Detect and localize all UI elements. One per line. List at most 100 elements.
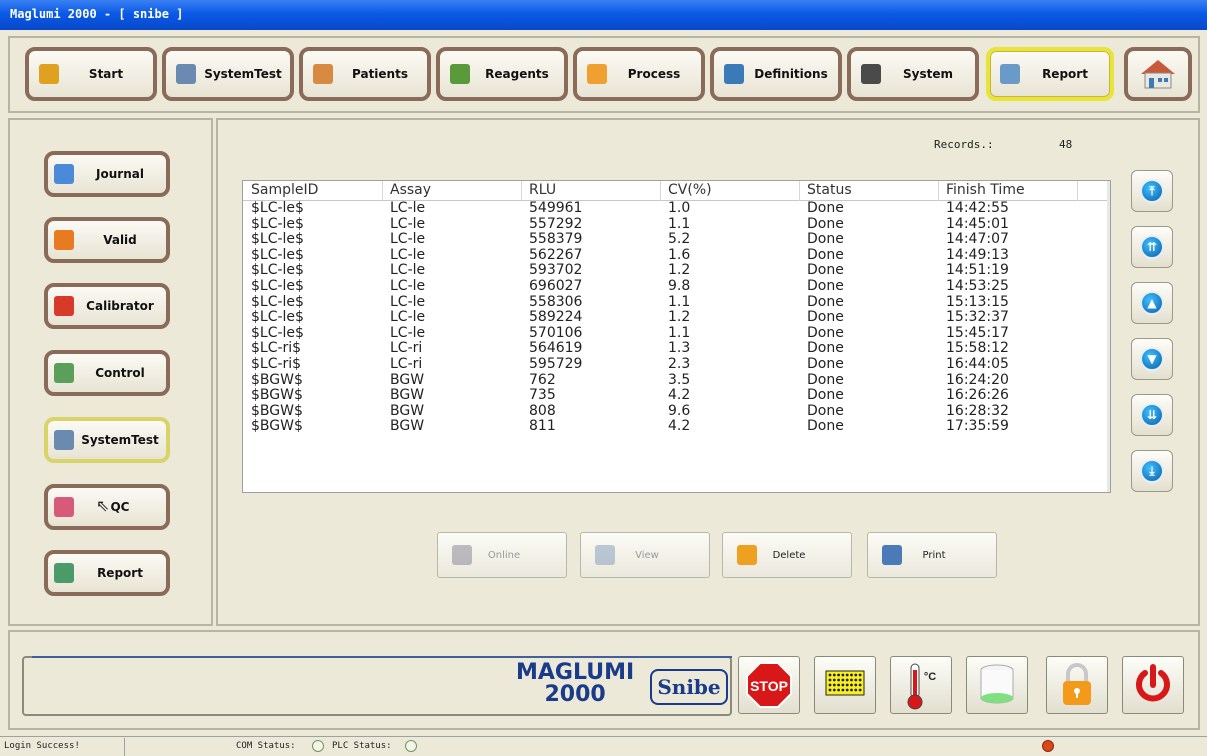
table-row[interactable]: $LC-ri$ LC-ri 564619 1.3 Done 15:58:12: [243, 341, 1109, 357]
line-down-button[interactable]: ▼: [1131, 338, 1173, 380]
sidebar-item-valid[interactable]: Valid: [44, 217, 170, 263]
delete-button[interactable]: Delete: [722, 532, 852, 578]
table-cell: 14:49:13: [946, 246, 1009, 263]
online-icon: [452, 545, 472, 565]
nav-process-button[interactable]: Process: [573, 47, 705, 101]
column-header[interactable]: Assay: [390, 182, 431, 198]
table-cell: $LC-le$: [251, 324, 304, 341]
column-header[interactable]: Status: [807, 182, 852, 198]
scroll-bottom-button[interactable]: ⤓: [1131, 450, 1173, 492]
sidebar-item-journal[interactable]: Journal: [44, 151, 170, 197]
table-row[interactable]: $LC-le$ LC-le 558306 1.1 Done 15:13:15: [243, 293, 1109, 311]
table-cell: BGW: [390, 418, 425, 435]
lock-icon: [1063, 663, 1091, 705]
page-up-button[interactable]: ⇈: [1131, 226, 1173, 268]
table-cell: $LC-ri$: [251, 355, 302, 372]
plate-button[interactable]: [814, 656, 876, 714]
container-button[interactable]: [966, 656, 1028, 714]
calibrator-icon: [54, 296, 74, 316]
table-cell: 9.6: [668, 402, 691, 419]
table-row[interactable]: $LC-le$ LC-le 696027 9.8 Done 14:53:25: [243, 278, 1109, 295]
table-row[interactable]: $BGW$ BGW 811 4.2 Done 17:35:59: [243, 419, 1109, 435]
nav-systemtest-button[interactable]: SystemTest: [162, 47, 294, 101]
view-button[interactable]: View: [580, 532, 710, 578]
page-down-button[interactable]: ⇊: [1131, 394, 1173, 436]
table-scrollbar[interactable]: [1107, 181, 1110, 492]
reagents-icon: [450, 64, 470, 84]
lock-button[interactable]: [1046, 656, 1108, 714]
nav-start-button[interactable]: Start: [25, 47, 157, 101]
table-row[interactable]: $LC-le$ LC-le 558379 5.2 Done 14:47:07: [243, 232, 1109, 248]
svg-text:°C: °C: [924, 671, 936, 683]
table-cell: 16:24:20: [946, 371, 1009, 388]
nav-definitions-button[interactable]: Definitions: [710, 47, 842, 101]
table-cell: $LC-le$: [251, 231, 304, 248]
table-cell: $LC-le$: [251, 200, 304, 216]
table-cell: 570106: [529, 324, 583, 341]
table-cell: $LC-le$: [251, 293, 304, 310]
table-cell: Done: [807, 340, 844, 357]
column-header[interactable]: SampleID: [251, 182, 318, 198]
table-row[interactable]: $BGW$ BGW 735 4.2 Done 16:26:26: [243, 388, 1109, 404]
table-cell: LC-ri: [390, 355, 423, 372]
nav-system-button[interactable]: System: [847, 47, 979, 101]
scroll-top-button[interactable]: ⤒: [1131, 170, 1173, 212]
table-cell: 15:13:15: [946, 293, 1009, 310]
table-cell: 564619: [529, 340, 583, 357]
sidebar-item-control[interactable]: Control: [44, 350, 170, 396]
table-cell: 1.1: [668, 215, 691, 232]
table-row[interactable]: $LC-le$ LC-le 589224 1.2 Done 15:32:37: [243, 310, 1109, 326]
table-row[interactable]: $LC-le$ LC-le 593702 1.2 Done 14:51:19: [243, 263, 1109, 279]
table-cell: 1.0: [668, 200, 691, 216]
table-row[interactable]: $BGW$ BGW 762 3.5 Done 16:24:20: [243, 371, 1109, 389]
results-table[interactable]: SampleID Assay RLU CV(%) Status Finish Time $…: [242, 180, 1111, 493]
table-cell: LC-le: [390, 200, 426, 216]
action-label: Delete: [772, 549, 806, 561]
mouse-cursor-icon: ⇖: [96, 496, 110, 515]
table-row[interactable]: $LC-ri$ LC-ri 595729 2.3 Done 16:44:05: [243, 355, 1109, 373]
table-cell: Done: [807, 309, 844, 326]
column-header[interactable]: RLU: [529, 182, 556, 198]
home-button[interactable]: [1124, 47, 1192, 101]
table-cell: 4.2: [668, 387, 691, 404]
sidebar-item-label: Report: [97, 566, 143, 580]
table-row[interactable]: $LC-le$ LC-le 557292 1.1 Done 14:45:01: [243, 215, 1109, 233]
sidebar-item-systemtest[interactable]: SystemTest: [44, 417, 170, 463]
table-cell: $LC-le$: [251, 309, 304, 326]
nav-report-button[interactable]: Report: [986, 47, 1114, 101]
table-cell: Done: [807, 215, 844, 232]
nav-patients-button[interactable]: Patients: [299, 47, 431, 101]
table-cell: $BGW$: [251, 418, 303, 435]
table-row[interactable]: $LC-le$ LC-le 549961 1.0 Done 14:42:55: [243, 201, 1109, 217]
system-icon: [861, 64, 881, 84]
table-row[interactable]: $BGW$ BGW 808 9.6 Done 16:28:32: [243, 402, 1109, 420]
process-icon: [587, 64, 607, 84]
line-up-button[interactable]: ▲: [1131, 282, 1173, 324]
table-cell: 1.6: [668, 246, 691, 263]
table-cell: LC-le: [390, 262, 426, 279]
plc-status-indicator: [405, 740, 417, 752]
stop-icon: STOP: [746, 662, 792, 708]
nav-label: Report: [1042, 67, 1088, 81]
table-cell: 4.2: [668, 418, 691, 435]
start-icon: [39, 64, 59, 84]
sidebar-item-report[interactable]: Report: [44, 550, 170, 596]
stop-button[interactable]: STOP: [738, 656, 800, 714]
print-button[interactable]: Print: [867, 532, 997, 578]
table-cell: 589224: [529, 309, 583, 326]
column-header[interactable]: Finish Time: [946, 182, 1025, 198]
table-row[interactable]: $LC-le$ LC-le 562267 1.6 Done 14:49:13: [243, 246, 1109, 264]
temperature-button[interactable]: °C: [890, 656, 952, 714]
table-cell: $LC-ri$: [251, 340, 302, 357]
sidebar-item-label: Control: [95, 366, 145, 380]
column-header[interactable]: CV(%): [668, 182, 712, 198]
systemtest-icon: [54, 430, 74, 450]
online-button[interactable]: Online: [437, 532, 567, 578]
nav-label: System: [903, 67, 953, 81]
nav-reagents-button[interactable]: Reagents: [436, 47, 568, 101]
table-cell: $LC-le$: [251, 262, 304, 279]
sidebar-item-calibrator[interactable]: Calibrator: [44, 283, 170, 329]
up-icon: ▲: [1140, 291, 1164, 315]
power-button[interactable]: [1122, 656, 1184, 714]
table-row[interactable]: $LC-le$ LC-le 570106 1.1 Done 15:45:17: [243, 324, 1109, 342]
